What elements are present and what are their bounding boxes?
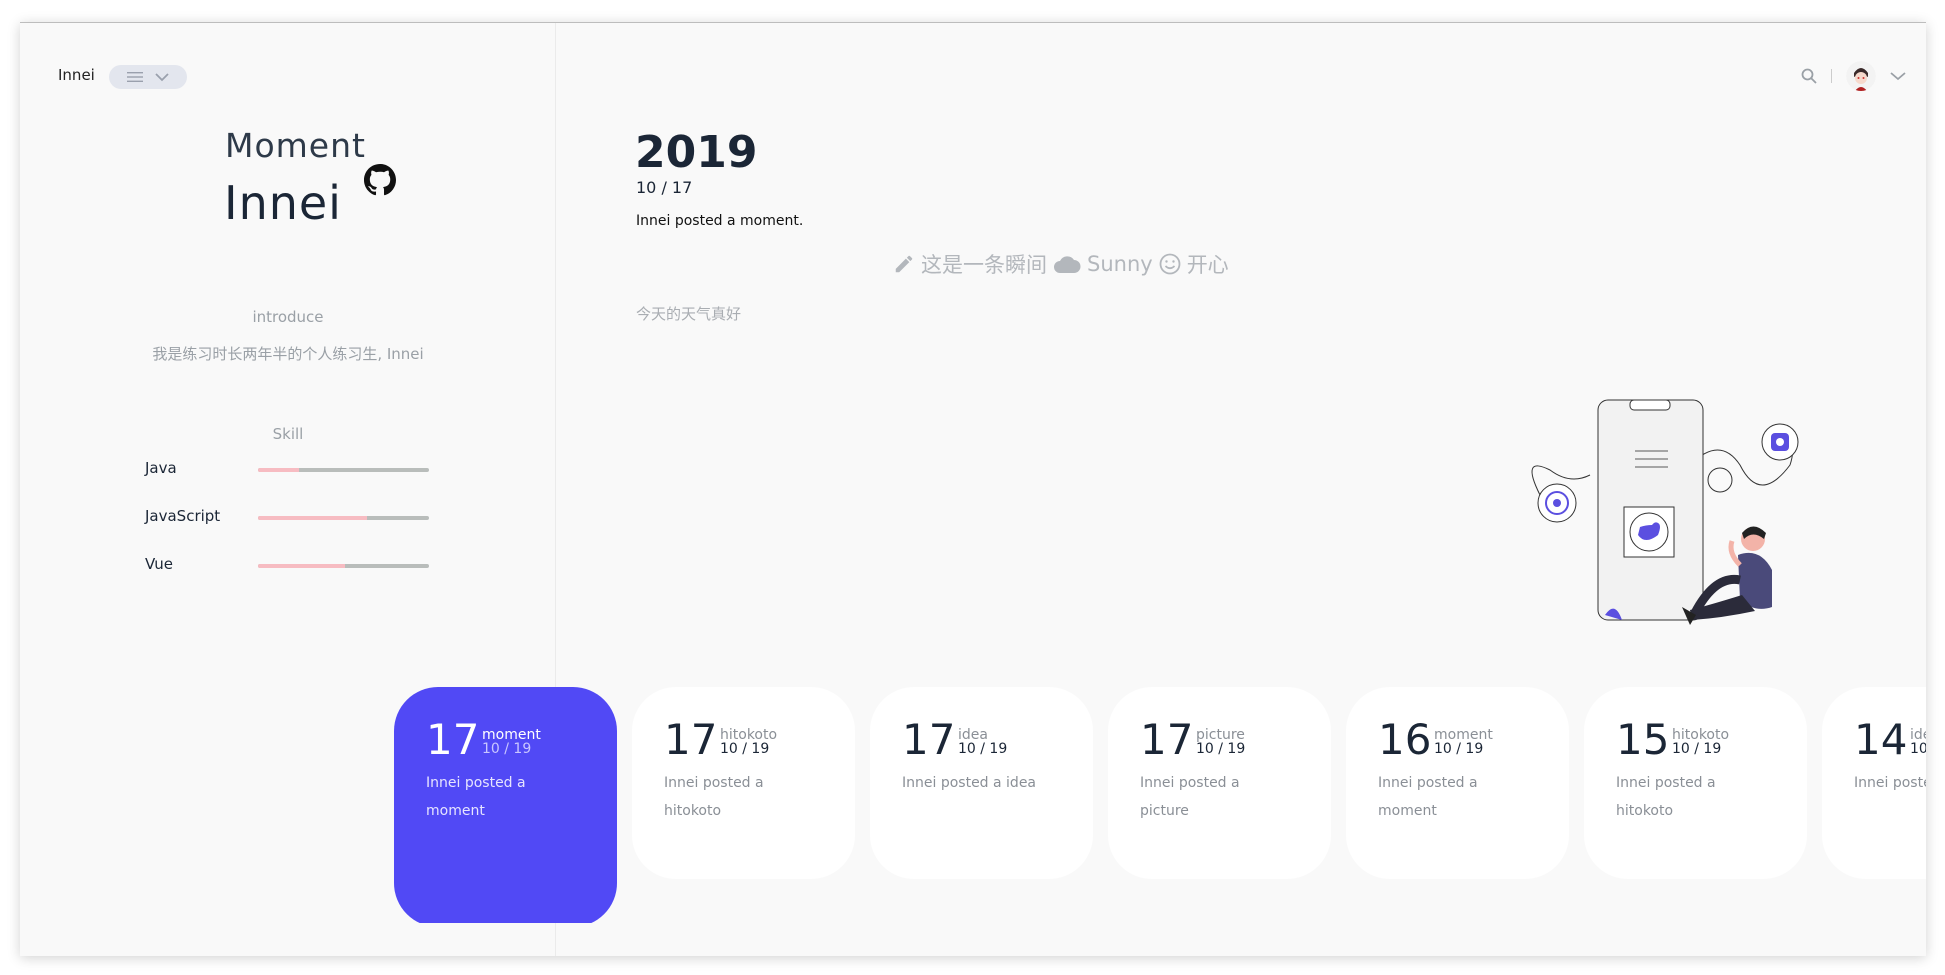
skill-bar bbox=[258, 516, 429, 520]
divider bbox=[1831, 69, 1832, 83]
card-date: 10 / 19 bbox=[720, 741, 770, 757]
card-description: Innei posted a idea bbox=[1854, 775, 1926, 791]
card-day: 17 bbox=[1140, 715, 1194, 764]
post-summary: Innei posted a moment. bbox=[636, 213, 804, 229]
card-day: 17 bbox=[426, 715, 480, 764]
brand-name[interactable]: Innei bbox=[58, 66, 95, 84]
top-right-actions bbox=[1801, 61, 1906, 91]
card-day: 17 bbox=[664, 715, 718, 764]
card-date: 10 / 19 bbox=[958, 741, 1008, 757]
skill-label: Skill bbox=[272, 425, 304, 443]
github-link[interactable] bbox=[364, 164, 396, 200]
card-date: 10 / 19 bbox=[1910, 741, 1926, 757]
skill-vue: Vue bbox=[145, 555, 448, 575]
moment-meta-line: 这是一条瞬间 Sunny 开心 bbox=[893, 249, 1229, 279]
skill-java: Java bbox=[145, 459, 448, 479]
avatar[interactable] bbox=[1846, 61, 1876, 91]
skill-name: Vue bbox=[145, 555, 173, 573]
moment-text: 这是一条瞬间 bbox=[921, 253, 1047, 277]
skill-bar bbox=[258, 564, 429, 568]
card-description: Innei posted a idea bbox=[902, 775, 1037, 791]
card-day: 15 bbox=[1616, 715, 1670, 764]
card-day: 17 bbox=[902, 715, 956, 764]
skill-bar-fill bbox=[258, 564, 346, 568]
timeline-card[interactable]: 17 hitokoto 10 / 19 Innei posted a hitok… bbox=[632, 687, 855, 879]
search-icon[interactable] bbox=[1801, 68, 1817, 84]
timeline-card[interactable]: 17 moment 10 / 19 Innei posted a moment bbox=[394, 687, 617, 923]
mood-text: 开心 bbox=[1186, 253, 1229, 277]
chevron-down-icon[interactable] bbox=[1890, 71, 1906, 81]
card-date: 10 / 19 bbox=[1672, 741, 1722, 757]
timeline-card[interactable]: 17 idea 10 / 19 Innei posted a idea bbox=[870, 687, 1093, 879]
card-description: Innei posted a moment bbox=[1378, 775, 1478, 819]
card-day: 14 bbox=[1854, 715, 1908, 764]
skill-javascript: JavaScript bbox=[145, 507, 448, 527]
timeline-card[interactable]: 14 idea 10 / 19 Innei posted a idea bbox=[1822, 687, 1926, 879]
app-window: Innei Moment Innei introduce 我是练习时长两年半的个… bbox=[20, 22, 1926, 956]
pencil-icon bbox=[895, 255, 913, 273]
card-description: Innei posted a picture bbox=[1140, 775, 1240, 819]
card-date: 10 / 19 bbox=[1434, 741, 1484, 757]
timeline-card[interactable]: 16 moment 10 / 19 Innei posted a moment bbox=[1346, 687, 1569, 879]
sidebar-title: Moment bbox=[225, 126, 366, 165]
weather-text: Sunny bbox=[1087, 252, 1153, 276]
introduce-label: introduce bbox=[252, 308, 324, 326]
smile-icon bbox=[1159, 253, 1181, 275]
card-description: Innei posted a hitokoto bbox=[664, 775, 764, 819]
post-content: 今天的天气真好 bbox=[636, 305, 742, 323]
skill-name: JavaScript bbox=[145, 507, 221, 525]
introduce-text: 我是练习时长两年半的个人练习生, Innei bbox=[152, 345, 424, 363]
skill-bar-fill bbox=[258, 468, 300, 472]
card-date: 10 / 19 bbox=[482, 741, 532, 757]
skill-name: Java bbox=[145, 459, 177, 477]
github-icon bbox=[364, 164, 396, 196]
menu-toggle-button[interactable] bbox=[109, 65, 187, 89]
card-description: Innei posted a moment bbox=[426, 775, 526, 819]
social-illustration bbox=[1531, 399, 1799, 625]
timeline-cards: 17 moment 10 / 19 Innei posted a moment … bbox=[394, 663, 1926, 923]
cloud-icon bbox=[1054, 256, 1081, 273]
card-description: Innei posted a hitokoto bbox=[1616, 775, 1716, 819]
chevron-down-icon bbox=[155, 73, 169, 82]
post-year: 2019 bbox=[635, 127, 758, 178]
card-date: 10 / 19 bbox=[1196, 741, 1246, 757]
menu-icon bbox=[127, 72, 143, 82]
skill-bar bbox=[258, 468, 429, 472]
timeline-card[interactable]: 15 hitokoto 10 / 19 Innei posted a hitok… bbox=[1584, 687, 1807, 879]
sidebar-name: Innei bbox=[224, 176, 342, 230]
card-day: 16 bbox=[1378, 715, 1432, 764]
timeline-card[interactable]: 17 picture 10 / 19 Innei posted a pictur… bbox=[1108, 687, 1331, 879]
post-date: 10 / 17 bbox=[636, 178, 693, 197]
skill-bar-fill bbox=[258, 516, 368, 520]
